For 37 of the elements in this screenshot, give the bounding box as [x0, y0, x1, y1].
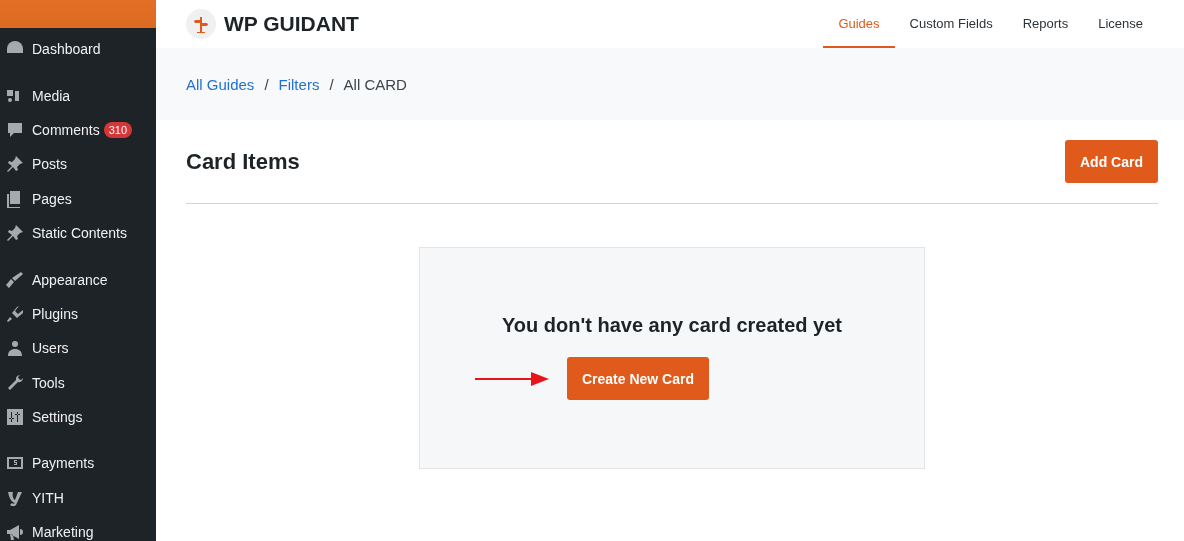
menu-icon	[5, 154, 25, 175]
menu-icon	[5, 269, 25, 290]
menu-icon	[5, 338, 25, 359]
menu-icon	[5, 522, 25, 541]
sidebar-item[interactable]: Marketing	[0, 515, 156, 541]
brand-name: WP GUIDANT	[224, 12, 359, 36]
sidebar-item[interactable]: Comments 310	[0, 112, 156, 148]
sidebar-item[interactable]: Appearance	[0, 262, 156, 297]
sidebar-item[interactable]: Payments	[0, 446, 156, 481]
sidebar-item[interactable]: Posts	[0, 147, 156, 182]
nav-tab[interactable]: License	[1083, 0, 1158, 48]
breadcrumb-link[interactable]: Filters	[278, 75, 320, 93]
menu-icon	[5, 223, 25, 244]
page-title: Card Items	[186, 148, 300, 175]
breadcrumb-current: All CARD	[343, 75, 407, 93]
count-badge: 310	[103, 121, 133, 138]
arrow-icon	[474, 371, 549, 386]
create-card-button[interactable]: Create New Card	[566, 357, 709, 400]
empty-message: You don't have any card created yet	[501, 314, 843, 337]
breadcrumb-separator: /	[264, 75, 269, 93]
signpost-logo-icon	[186, 9, 216, 39]
sidebar-item[interactable]: YITH	[0, 480, 156, 516]
sidebar-item[interactable]: Pages	[0, 181, 156, 216]
breadcrumb-separator: /	[329, 75, 334, 93]
add-card-button[interactable]: Add Card	[1065, 140, 1158, 183]
breadcrumb-link[interactable]: All Guides	[186, 75, 255, 93]
nav-tab[interactable]: Custom Fields	[894, 0, 1008, 48]
nav-tab[interactable]: Reports	[1007, 0, 1084, 48]
sidebar-item[interactable]: Settings	[0, 399, 156, 435]
sidebar-item[interactable]: Static Contents	[0, 215, 156, 251]
sidebar-item[interactable]: Plugins	[0, 296, 156, 332]
sidebar-item[interactable]: Tools	[0, 365, 156, 400]
menu-icon	[5, 407, 25, 428]
menu-icon	[5, 303, 25, 324]
sidebar-item[interactable]: Users	[0, 331, 156, 366]
sidebar-item[interactable]: Dashboard	[0, 32, 156, 67]
sidebar-item[interactable]: Media	[0, 78, 156, 113]
